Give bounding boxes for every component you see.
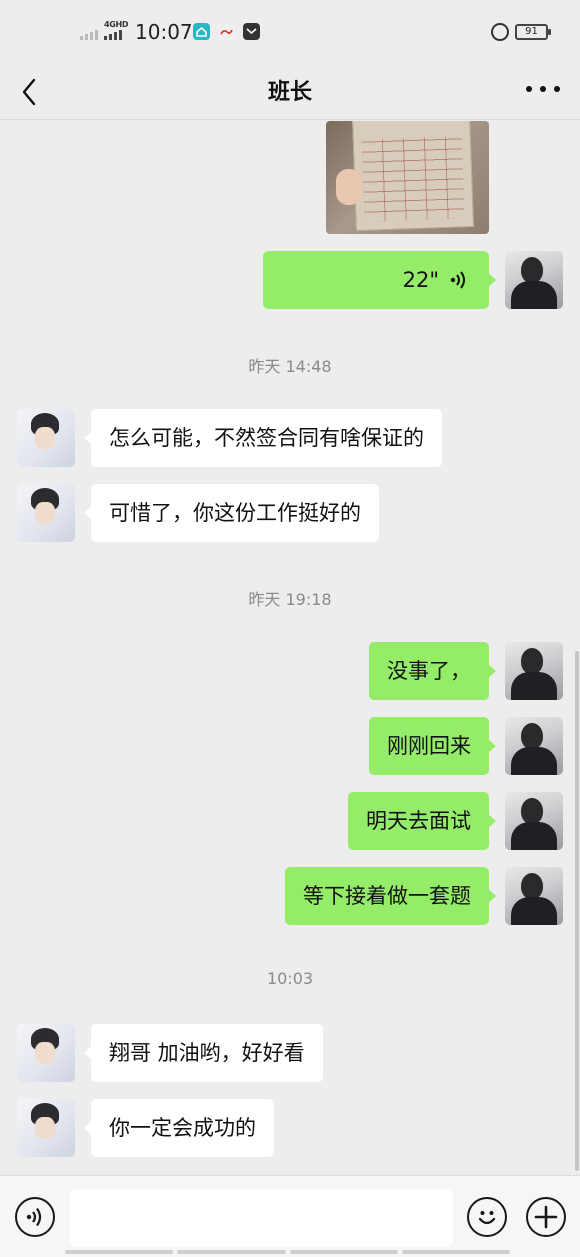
image-message[interactable] <box>326 121 489 234</box>
incoming-message[interactable]: 你一定会成功的 <box>84 1099 274 1157</box>
voice-input-icon <box>26 1207 42 1227</box>
avatar[interactable] <box>505 867 563 925</box>
incoming-message[interactable]: 怎么可能，不然签合同有啥保证的 <box>84 409 442 467</box>
timestamp: 昨天 19:18 <box>248 590 332 609</box>
inbox-app-icon <box>243 23 260 40</box>
incoming-message[interactable]: 可惜了，你这份工作挺好的 <box>84 484 379 542</box>
home-app-icon <box>193 23 210 40</box>
voice-duration: 22" <box>402 268 439 292</box>
photo-content <box>352 121 474 232</box>
battery-indicator: 91 <box>515 24 551 40</box>
emoji-button[interactable] <box>467 1197 507 1237</box>
status-time: 10:07 <box>135 20 193 44</box>
incoming-message[interactable]: 翔哥 加油哟，好好看 <box>84 1024 323 1082</box>
voice-message[interactable]: 22" <box>263 251 496 309</box>
scrollbar[interactable] <box>575 651 579 1171</box>
emoji-icon <box>478 1211 496 1225</box>
avatar[interactable] <box>17 1099 75 1157</box>
plus-button[interactable] <box>526 1197 566 1237</box>
timestamp: 10:03 <box>266 969 314 988</box>
outgoing-message[interactable]: 明天去面试 <box>348 792 496 850</box>
chat-header: 班长 <box>0 62 580 120</box>
avatar[interactable] <box>17 484 75 542</box>
avatar[interactable] <box>505 792 563 850</box>
status-bar: 4GHD 10:07 91 <box>0 0 580 62</box>
avatar[interactable] <box>505 717 563 775</box>
message-list[interactable]: 22" 昨天 14:48 怎么可能，不然签合同有啥保证的 可惜了，你这份工作挺好… <box>0 121 580 1175</box>
more-button[interactable] <box>526 74 560 104</box>
outgoing-message[interactable]: 等下接着做一套题 <box>285 867 496 925</box>
avatar[interactable] <box>17 409 75 467</box>
avatar[interactable] <box>505 642 563 700</box>
more-icon <box>526 86 532 92</box>
alarm-icon <box>491 23 509 41</box>
news-app-icon <box>218 23 235 40</box>
input-bar <box>0 1175 580 1257</box>
chat-title: 班长 <box>267 80 312 105</box>
home-indicator <box>65 1250 510 1254</box>
plus-icon <box>534 1205 558 1229</box>
voice-wave-icon <box>450 271 465 289</box>
timestamp: 昨天 14:48 <box>248 357 332 376</box>
message-input[interactable] <box>70 1189 453 1247</box>
signal-strength-icon <box>104 30 122 40</box>
signal-icon <box>80 30 98 40</box>
avatar[interactable] <box>17 1024 75 1082</box>
network-type: 4GHD <box>104 20 129 29</box>
voice-input-button[interactable] <box>15 1197 55 1237</box>
outgoing-message[interactable]: 没事了， <box>369 642 496 700</box>
avatar[interactable] <box>505 251 563 309</box>
outgoing-message[interactable]: 刚刚回来 <box>369 717 496 775</box>
